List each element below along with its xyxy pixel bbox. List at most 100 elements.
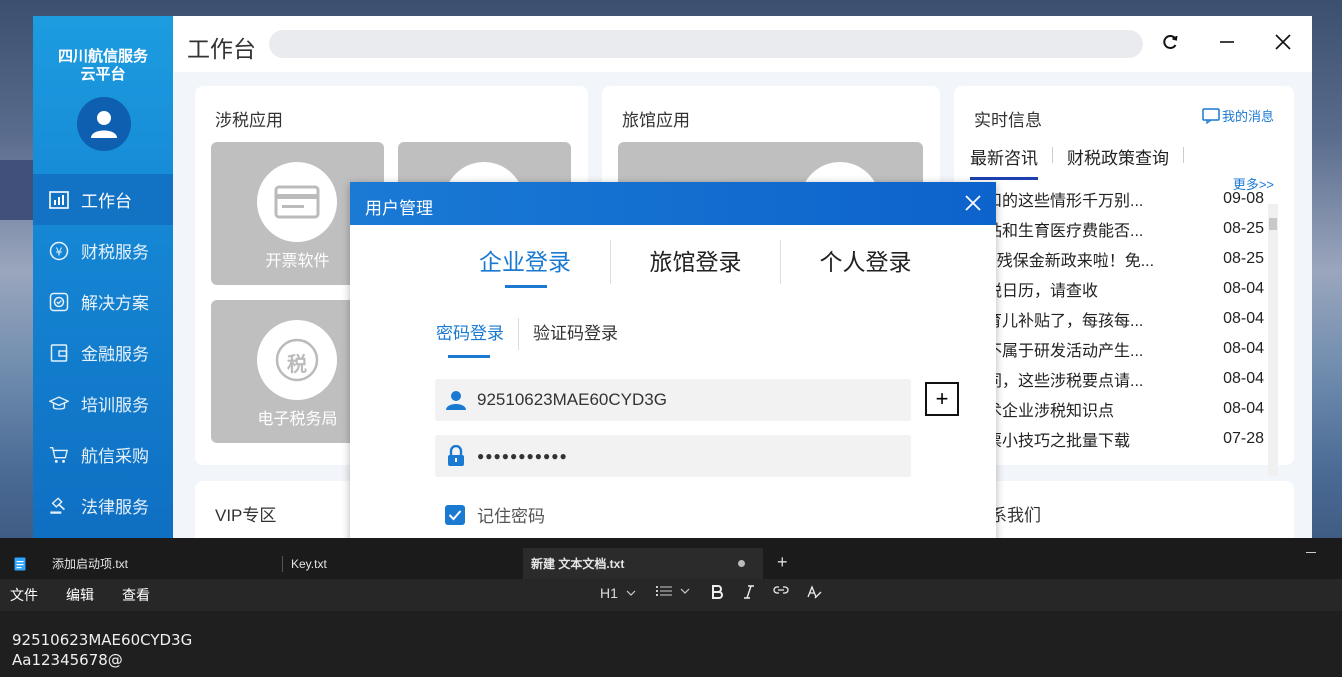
tab-label: 新建 文本文档.txt: [531, 557, 625, 571]
tab-enterprise-login[interactable]: 企业登录: [440, 240, 610, 288]
brand-line2: 云平台: [80, 66, 126, 83]
list-item[interactable]: 025年残保金新政来啦！免... 08-25: [954, 244, 1279, 274]
scrollbar-thumb[interactable]: [1269, 218, 1277, 230]
user-icon: [435, 389, 477, 411]
notepad-window: 添加启动项.txt Key.txt 新建 文本文档.txt + 文件 编辑 查看…: [0, 538, 1342, 677]
list-item[interactable]: 家发育儿补贴了，每孩每... 08-04: [954, 304, 1279, 334]
wallet-icon: [49, 343, 69, 363]
news-list: 票抵扣的这些情形千万别... 09-08 育津贴和生育医疗费能否... 08-25 …: [954, 184, 1279, 454]
tab-latest-news[interactable]: 最新咨讯: [970, 144, 1038, 180]
list-item[interactable]: 新技术企业涉税知识点 08-04: [954, 394, 1279, 424]
chevron-down-icon: [626, 590, 636, 596]
login-tabs: 企业登录 旅馆登录 个人登录: [440, 240, 950, 288]
unsaved-dot-icon: [738, 560, 745, 567]
minimize-icon[interactable]: [1215, 30, 1239, 54]
content-line: Aa12345678@: [12, 651, 123, 669]
link-icon[interactable]: [773, 585, 789, 595]
dialog-header: 用户管理: [350, 182, 996, 225]
list-icon: [656, 586, 672, 596]
password-field[interactable]: ●●●●●●●●●●●: [435, 435, 911, 477]
minimize-icon[interactable]: [1306, 552, 1316, 553]
list-item[interactable]: 票抵扣的这些情形千万别... 09-08: [954, 184, 1279, 214]
tab-personal-login[interactable]: 个人登录: [780, 240, 950, 284]
bold-icon[interactable]: [711, 585, 723, 599]
tab-file-3[interactable]: 新建 文本文档.txt: [523, 548, 763, 579]
gavel-icon: [49, 496, 69, 516]
add-account-button[interactable]: +: [925, 382, 959, 416]
account-value: 92510623MAE60CYD3G: [477, 390, 667, 409]
content-line: 92510623MAE60CYD3G: [12, 631, 193, 649]
tab-password-login[interactable]: 密码登录: [436, 318, 518, 358]
user-icon: [91, 111, 117, 138]
card-title: 系我们: [990, 506, 1041, 525]
sidebar-item-label: 金融服务: [81, 345, 149, 364]
sidebar-item-training[interactable]: 培训服务: [33, 378, 173, 429]
news-tabs: 最新咨讯 财税政策查询: [970, 144, 1198, 180]
sidebar-item-workbench[interactable]: 工作台: [33, 174, 173, 225]
search-input[interactable]: [269, 30, 1143, 58]
my-messages-label: 我的消息: [1221, 109, 1274, 124]
list-item[interactable]: 订合同，这些涉税要点请... 08-04: [954, 364, 1279, 394]
list-dropdown[interactable]: [656, 585, 690, 597]
card-title: 旅馆应用: [622, 111, 690, 130]
sidebar-item-label: 工作台: [81, 192, 132, 211]
divider: [1183, 147, 1184, 163]
sidebar-item-label: 航信采购: [81, 447, 149, 466]
user-management-dialog: 用户管理 企业登录 旅馆登录 个人登录 密码登录 验证码登录 92510623M…: [350, 182, 996, 542]
sidebar: 四川航信服务 云平台 工作台 ¥ 财税服务 解决方案 金融服务 培训服务 航信采…: [33, 16, 173, 538]
tab-tax-policy[interactable]: 财税政策查询: [1067, 144, 1169, 180]
sidebar-item-finance[interactable]: 金融服务: [33, 327, 173, 378]
remember-checkbox[interactable]: [445, 504, 465, 525]
notepad-icon: [14, 557, 26, 570]
yen-icon: ¥: [49, 241, 69, 261]
sidebar-item-purchase[interactable]: 航信采购: [33, 429, 173, 480]
list-item[interactable]: 月办税日历，请查收 08-04: [954, 274, 1279, 304]
divider: [1052, 147, 1053, 163]
tab-label: 添加启动项.txt: [52, 557, 129, 571]
tab-label: Key.txt: [291, 556, 327, 571]
remember-password[interactable]: 记住密码: [445, 502, 545, 527]
close-icon[interactable]: [1271, 30, 1295, 54]
refresh-icon[interactable]: [1158, 30, 1182, 54]
graduation-icon: [49, 394, 69, 414]
cart-icon: [49, 445, 69, 465]
sidebar-item-label: 财税服务: [81, 243, 149, 262]
sidebar-item-legal[interactable]: 法律服务: [33, 480, 173, 531]
login-method-tabs: 密码登录 验证码登录: [436, 318, 632, 358]
sidebar-item-tax[interactable]: ¥ 财税服务: [33, 225, 173, 276]
account-field[interactable]: 92510623MAE60CYD3G: [435, 379, 911, 421]
menu-view[interactable]: 查看: [122, 585, 150, 605]
notepad-content[interactable]: 92510623MAE60CYD3G Aa12345678@: [12, 630, 192, 670]
my-messages-link[interactable]: 我的消息: [1202, 106, 1274, 125]
divider: [518, 318, 519, 350]
sidebar-item-solutions[interactable]: 解决方案: [33, 276, 173, 327]
menu-file[interactable]: 文件: [10, 585, 38, 605]
list-item[interactable]: 育津贴和生育医疗费能否... 08-25: [954, 214, 1279, 244]
notepad-tabs: 添加启动项.txt Key.txt 新建 文本文档.txt +: [0, 538, 1342, 579]
tab-hotel-login[interactable]: 旅馆登录: [610, 240, 780, 284]
list-item[interactable]: 意！不属于研发活动产生... 08-04: [954, 334, 1279, 364]
italic-icon[interactable]: [743, 585, 755, 599]
sidebar-item-label: 法律服务: [81, 498, 149, 517]
check-icon: [49, 292, 69, 312]
close-icon[interactable]: [962, 192, 984, 214]
tab-code-login[interactable]: 验证码登录: [533, 318, 632, 350]
topbar: 工作台: [173, 16, 1312, 72]
heading-label: H1: [600, 585, 618, 601]
clear-format-icon[interactable]: [806, 585, 822, 599]
heading-dropdown[interactable]: H1: [600, 585, 636, 601]
password-mask: ●●●●●●●●●●●: [477, 449, 568, 463]
brand: 四川航信服务 云平台: [33, 48, 173, 84]
page-title: 工作台: [187, 36, 256, 62]
tax-icon-text: 税: [287, 354, 307, 376]
list-item[interactable]: 云开票小技巧之批量下载 07-28: [954, 424, 1279, 454]
tab-file-1[interactable]: 添加启动项.txt: [0, 548, 282, 579]
new-tab-button[interactable]: +: [777, 552, 788, 573]
menu-edit[interactable]: 编辑: [66, 585, 94, 605]
dialog-title: 用户管理: [365, 199, 433, 218]
card-title: 实时信息: [974, 111, 1042, 130]
tab-file-2[interactable]: Key.txt: [283, 548, 523, 579]
news-scrollbar[interactable]: [1268, 204, 1278, 476]
card-title: 涉税应用: [215, 111, 283, 130]
avatar[interactable]: [77, 97, 131, 151]
